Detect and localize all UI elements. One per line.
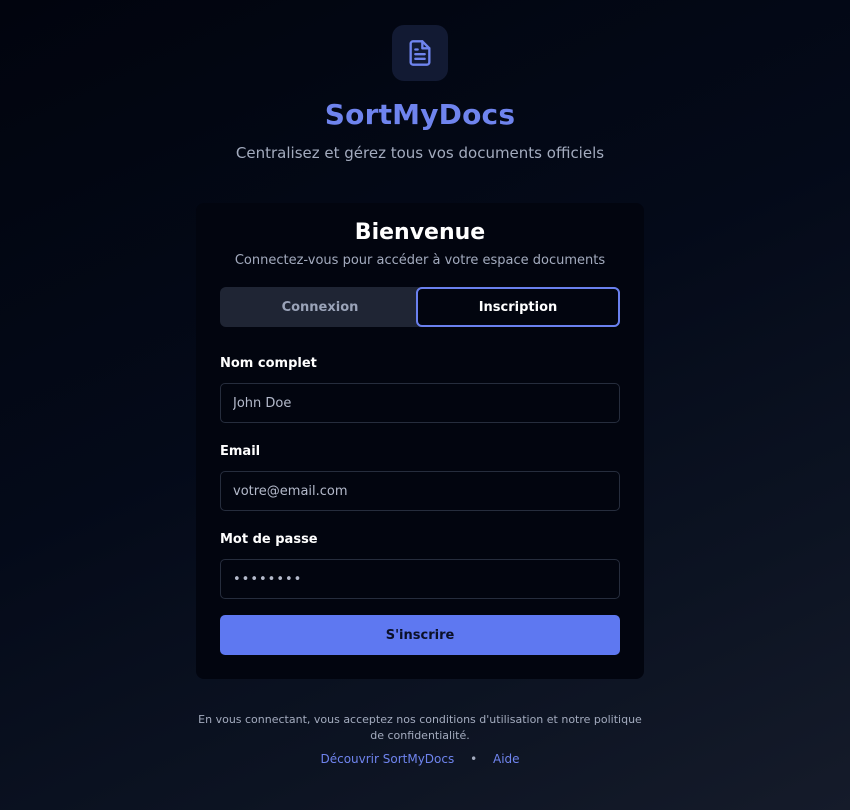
tab-login[interactable]: Connexion (220, 287, 420, 327)
email-label: Email (220, 444, 261, 459)
app-tagline: Centralisez et gérez tous vos documents … (235, 144, 605, 162)
document-icon (409, 40, 431, 66)
email-input[interactable] (220, 471, 620, 511)
auth-tabs: Connexion Inscription (220, 287, 620, 327)
full-name-input[interactable] (220, 383, 620, 423)
footer-links: Découvrir SortMyDocs • Aide (0, 752, 840, 766)
app-title: SortMyDocs (324, 98, 516, 131)
card-subtitle: Connectez-vous pour accéder à votre espa… (234, 253, 606, 268)
help-link[interactable]: Aide (493, 752, 520, 766)
card-title: Bienvenue (354, 220, 486, 245)
app-logo (392, 25, 448, 81)
discover-link[interactable]: Découvrir SortMyDocs (320, 752, 454, 766)
footer-separator: • (470, 752, 478, 766)
password-label: Mot de passe (220, 532, 318, 547)
password-input[interactable] (220, 559, 620, 599)
legal-notice: En vous connectant, vous acceptez nos co… (198, 713, 642, 742)
name-label: Nom complet (220, 356, 317, 371)
auth-card: Bienvenue Connectez-vous pour accéder à … (196, 203, 644, 679)
tab-signup[interactable]: Inscription (416, 287, 620, 327)
signup-button[interactable]: S'inscrire (220, 615, 620, 655)
